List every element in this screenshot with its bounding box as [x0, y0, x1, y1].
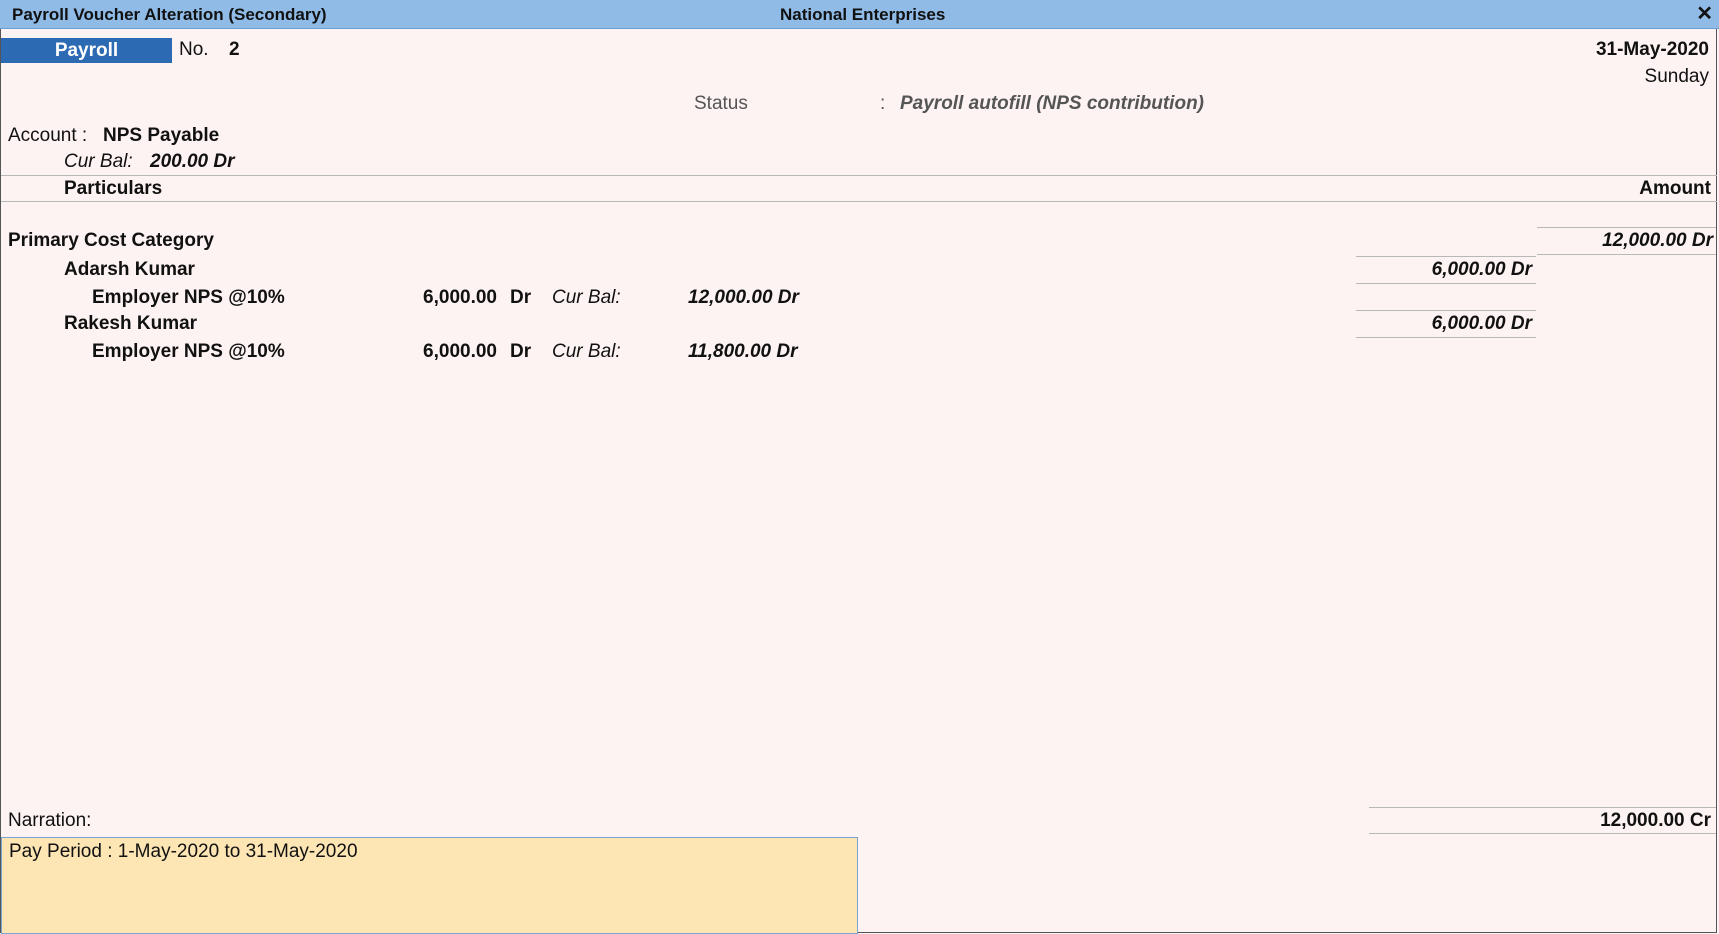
header-bottom-divider	[1, 201, 1717, 202]
employee-amount[interactable]: 6,000.00 Dr	[1432, 313, 1532, 335]
pay-head-cur-bal-label: Cur Bal:	[552, 287, 621, 308]
close-icon[interactable]: ✕	[1696, 3, 1713, 25]
employee-name[interactable]: Adarsh Kumar	[64, 259, 195, 281]
pay-head-cur-bal-value: 11,800.00 Dr	[688, 341, 798, 362]
total-top-line	[1369, 807, 1716, 808]
status-separator: :	[880, 93, 886, 114]
status-value: Payroll autofill (NPS contribution)	[900, 93, 1204, 114]
account-label: Account :	[8, 125, 88, 146]
employee-amount-top-line	[1356, 256, 1536, 257]
narration-input[interactable]: Pay Period : 1-May-2020 to 31-May-2020	[1, 837, 858, 934]
title-bar: Payroll Voucher Alteration (Secondary) N…	[0, 0, 1719, 29]
total-bottom-line	[1369, 833, 1716, 834]
window-frame	[0, 29, 1717, 933]
employee-amount[interactable]: 6,000.00 Dr	[1432, 259, 1532, 281]
voucher-date[interactable]: 31-May-2020	[1596, 39, 1709, 61]
header-top-divider	[1, 175, 1717, 176]
cost-category-amount[interactable]: 12,000.00 Dr	[1602, 230, 1713, 252]
employee-amount-bottom-line	[1356, 283, 1536, 284]
pay-head-cur-bal-label: Cur Bal:	[552, 341, 621, 362]
voucher-no-label: No.	[179, 39, 209, 60]
account-cur-bal-label: Cur Bal:	[64, 151, 133, 172]
pay-head-drcr: Dr	[510, 341, 532, 362]
pay-head-amount[interactable]: 6,000.00	[423, 287, 497, 309]
narration-text: Pay Period : 1-May-2020 to 31-May-2020	[9, 841, 358, 862]
pay-head-amount[interactable]: 6,000.00	[423, 341, 497, 363]
voucher-day: Sunday	[1644, 66, 1709, 87]
voucher-total: 12,000.00 Cr	[1600, 810, 1711, 831]
cost-category-name[interactable]: Primary Cost Category	[8, 230, 214, 252]
pay-head-cur-bal-value: 12,000.00 Dr	[688, 287, 799, 308]
voucher-no-value[interactable]: 2	[229, 39, 240, 61]
status-label: Status	[694, 93, 748, 114]
pay-head-drcr: Dr	[510, 287, 532, 308]
col-amount-header: Amount	[1639, 178, 1711, 199]
window-title: Payroll Voucher Alteration (Secondary)	[12, 5, 327, 24]
voucher-type-badge[interactable]: Payroll	[1, 38, 172, 63]
account-cur-bal-value: 200.00 Dr	[150, 151, 235, 172]
narration-label: Narration:	[8, 810, 92, 831]
employee-amount-top-line	[1356, 310, 1536, 311]
employee-amount-bottom-line	[1356, 337, 1536, 338]
category-amount-bottom-line	[1537, 254, 1716, 255]
col-particulars-header: Particulars	[64, 178, 163, 199]
company-name: National Enterprises	[780, 5, 946, 24]
account-name[interactable]: NPS Payable	[103, 125, 219, 147]
pay-head-name[interactable]: Employer NPS @10%	[92, 287, 285, 309]
employee-name[interactable]: Rakesh Kumar	[64, 313, 197, 335]
category-amount-top-line	[1537, 227, 1716, 228]
pay-head-name[interactable]: Employer NPS @10%	[92, 341, 285, 363]
